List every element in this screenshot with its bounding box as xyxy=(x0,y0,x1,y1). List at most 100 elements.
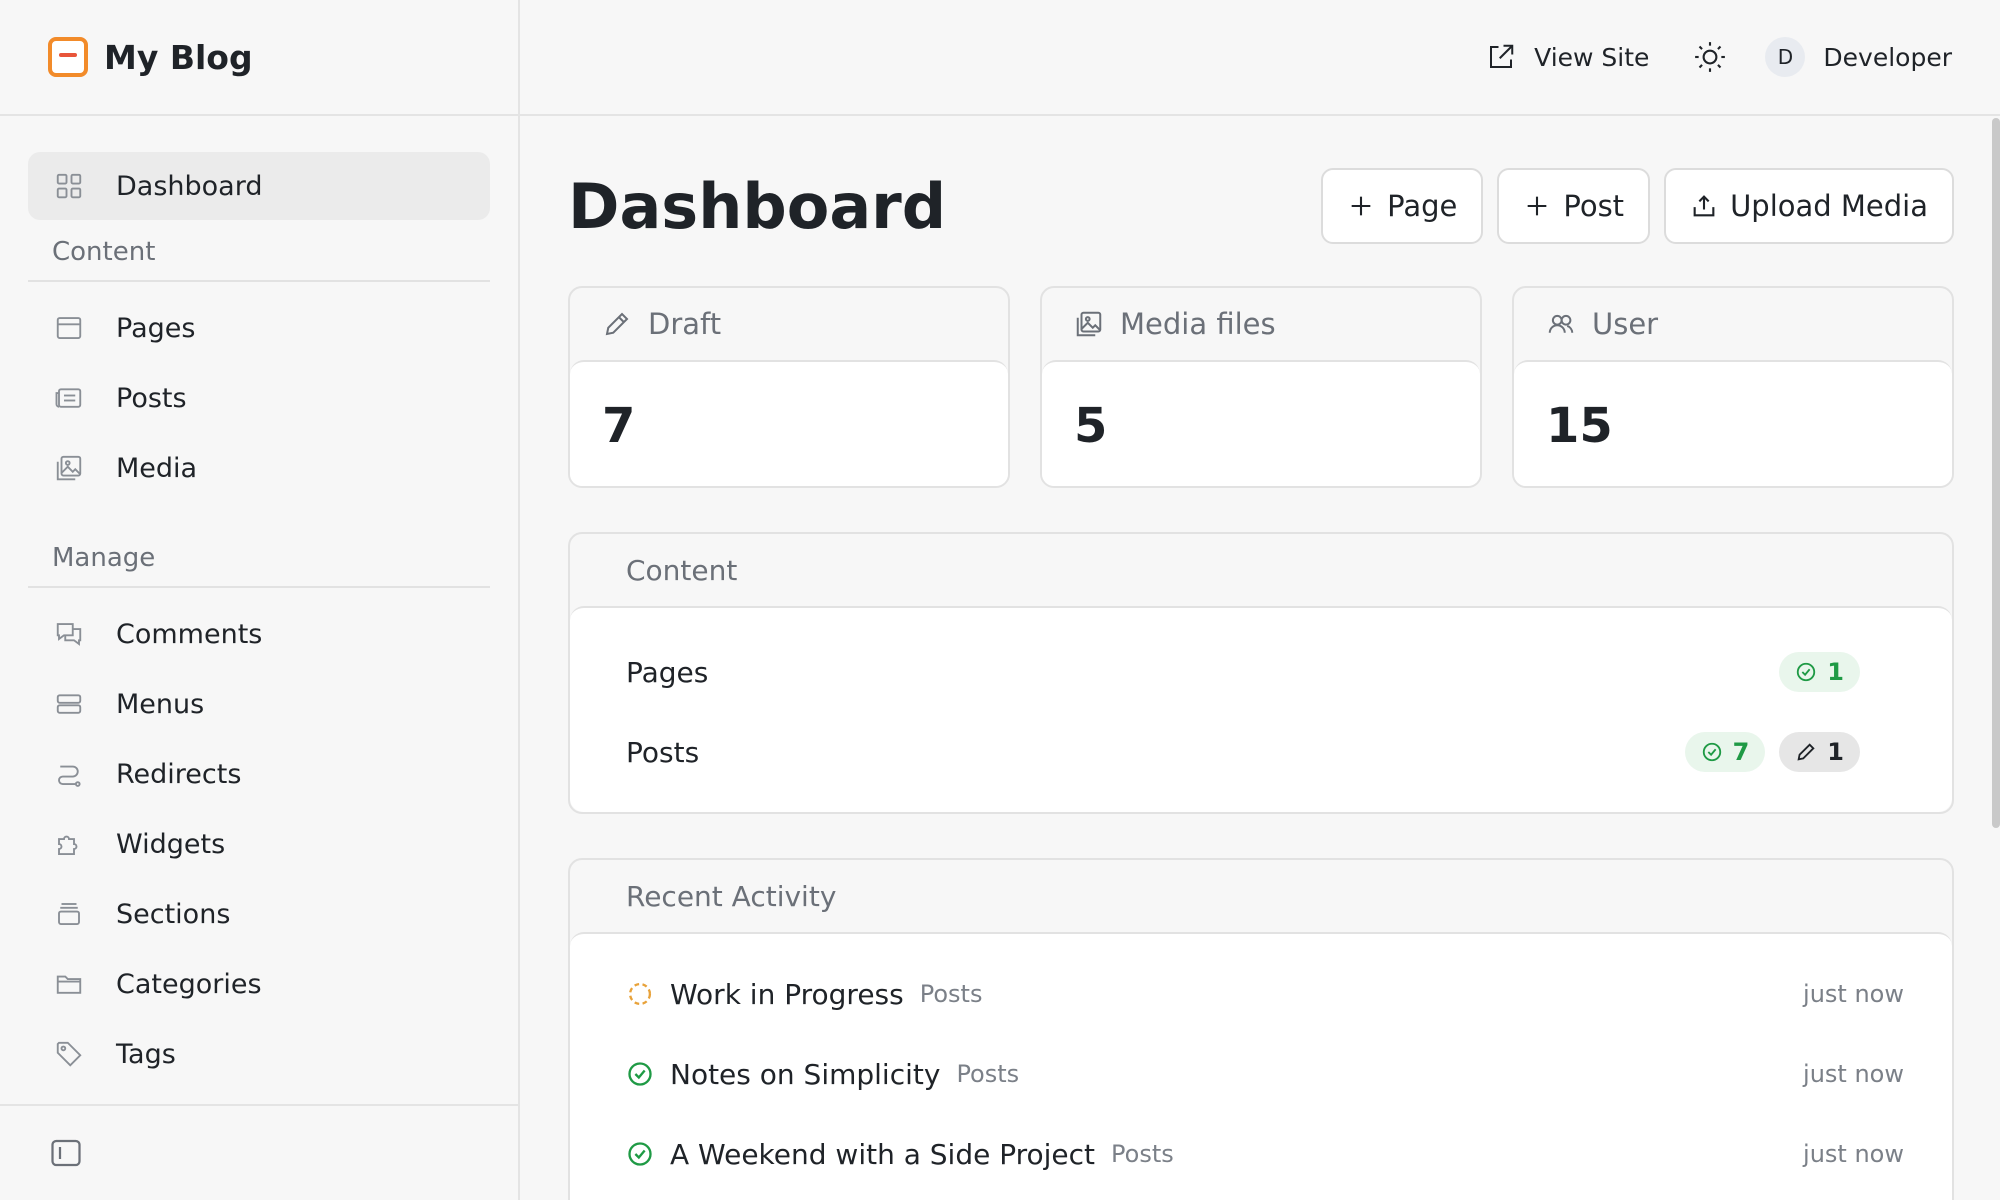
sections-icon xyxy=(58,903,80,925)
new-post-button[interactable]: Post xyxy=(1497,168,1651,244)
draft-badge[interactable]: 1 xyxy=(1779,732,1860,772)
sidebar-item-comments[interactable]: Comments xyxy=(28,600,490,668)
recent-activity-panel: Recent Activity Work in Progress Posts j… xyxy=(568,858,1954,1200)
sidebar-item-pages[interactable]: Pages xyxy=(28,294,490,362)
pencil-icon xyxy=(1797,743,1815,761)
check-circle-icon xyxy=(1702,742,1721,762)
activity-title: Work in Progress xyxy=(670,977,904,1011)
site-title[interactable]: My Blog xyxy=(104,38,253,77)
sidebar-item-tags[interactable]: Tags xyxy=(28,1020,490,1088)
user-menu[interactable]: D Developer xyxy=(1765,37,1952,77)
stat-value: 5 xyxy=(1074,398,1108,454)
stat-card-header: Draft xyxy=(570,288,1008,360)
action-buttons: Page Post Upload Media xyxy=(1321,168,1954,244)
activity-item[interactable]: Notes on Simplicity Posts just now xyxy=(626,1034,1904,1114)
activity-item[interactable]: Work in Progress Posts just now xyxy=(626,954,1904,1034)
stat-card-media[interactable]: Media files 5 xyxy=(1040,286,1482,488)
sidebar-item-label: Menus xyxy=(116,688,205,720)
sidebar-item-widgets[interactable]: Widgets xyxy=(28,810,490,878)
activity-time: just now xyxy=(1803,1140,1904,1168)
sidebar-section-manage: Manage xyxy=(28,528,490,588)
plus-icon xyxy=(1351,196,1371,216)
sidebar-item-posts[interactable]: Posts xyxy=(28,364,490,432)
published-badge[interactable]: 7 xyxy=(1684,732,1766,772)
stat-value: 7 xyxy=(602,398,636,454)
view-site-label: View Site xyxy=(1534,42,1650,72)
sun-icon[interactable] xyxy=(1693,40,1727,74)
stat-card-draft[interactable]: Draft 7 xyxy=(568,286,1010,488)
sidebar-item-label: Comments xyxy=(116,618,263,650)
draft-count: 1 xyxy=(1827,738,1844,766)
users-icon xyxy=(1548,314,1574,333)
new-page-label: Page xyxy=(1387,189,1458,223)
sidebar-footer xyxy=(0,1104,518,1200)
sidebar-item-label: Media xyxy=(116,452,198,484)
dashboard-grid-icon xyxy=(56,173,82,199)
sidebar-item-label: Pages xyxy=(116,312,196,344)
pencil-icon xyxy=(605,312,629,336)
image-icon xyxy=(1076,311,1102,337)
sidebar-item-menus[interactable]: Menus xyxy=(28,670,490,738)
sidebar-item-label: Widgets xyxy=(116,828,226,860)
content-row-label: Posts xyxy=(626,735,700,769)
draft-status-icon xyxy=(628,982,652,1006)
check-circle-icon xyxy=(1797,662,1816,682)
external-link-icon xyxy=(1490,44,1514,68)
stat-card-header: User xyxy=(1514,288,1952,360)
sidebar-item-categories[interactable]: Categories xyxy=(28,950,490,1018)
content-row-posts[interactable]: Posts 7 1 xyxy=(626,712,1860,792)
stat-card-body: 15 xyxy=(1514,360,1952,486)
panel-body: Pages 1 Posts 7 1 xyxy=(570,606,1952,812)
stat-label: Draft xyxy=(648,307,722,341)
stat-value: 15 xyxy=(1546,398,1613,454)
sidebar-item-sections[interactable]: Sections xyxy=(28,880,490,948)
panel-body: Work in Progress Posts just now Notes on… xyxy=(570,932,1952,1200)
sidebar-item-dashboard[interactable]: Dashboard xyxy=(28,152,490,220)
activity-item[interactable]: A Weekend with a Side Project Posts just… xyxy=(626,1114,1904,1194)
panel-header: Content xyxy=(570,534,1952,606)
stat-label: User xyxy=(1592,307,1659,341)
content-row-label: Pages xyxy=(626,655,709,689)
folder-icon xyxy=(56,975,82,994)
sidebar-item-label: Tags xyxy=(116,1038,176,1070)
stat-label: Media files xyxy=(1120,307,1276,341)
sidebar-item-media[interactable]: Media xyxy=(28,434,490,502)
sidebar-header: My Blog xyxy=(0,0,518,116)
activity-time: just now xyxy=(1803,980,1904,1008)
top-bar: View Site D Developer xyxy=(520,0,2000,116)
main-content: Dashboard Page Post Upload Media Draft 7… xyxy=(568,116,1954,1200)
activity-type: Posts xyxy=(1111,1140,1174,1168)
new-page-button[interactable]: Page xyxy=(1321,168,1484,244)
new-post-label: Post xyxy=(1563,189,1625,223)
redirects-icon xyxy=(58,765,81,787)
activity-type: Posts xyxy=(919,980,983,1008)
stat-card-body: 7 xyxy=(570,360,1008,486)
menus-icon xyxy=(56,694,82,714)
sidebar-item-label: Redirects xyxy=(116,758,242,790)
page-title: Dashboard xyxy=(568,169,947,243)
avatar: D xyxy=(1765,37,1806,77)
sidebar-item-label: Sections xyxy=(116,898,231,930)
published-count: 7 xyxy=(1732,738,1750,766)
user-name: Developer xyxy=(1823,42,1952,72)
badges: 7 1 xyxy=(1684,732,1860,772)
sidebar-item-redirects[interactable]: Redirects xyxy=(28,740,490,808)
sidebar-section-content: Content xyxy=(28,222,490,282)
stat-card-users[interactable]: User 15 xyxy=(1512,286,1954,488)
published-badge[interactable]: 1 xyxy=(1779,652,1860,692)
view-site-link[interactable]: View Site xyxy=(1486,42,1649,72)
scrollbar-thumb[interactable] xyxy=(1992,118,2000,828)
upload-icon xyxy=(1693,195,1715,217)
page-header: Dashboard Page Post Upload Media xyxy=(568,116,1954,286)
activity-title: Notes on Simplicity xyxy=(670,1057,941,1091)
panel-title: Content xyxy=(626,553,738,587)
site-logo-icon[interactable] xyxy=(48,37,88,77)
sidebar-toggle-icon[interactable] xyxy=(48,1135,84,1171)
sidebar-item-label: Categories xyxy=(116,968,262,1000)
check-circle-icon xyxy=(628,1062,652,1086)
upload-media-button[interactable]: Upload Media xyxy=(1664,168,1954,244)
content-row-pages[interactable]: Pages 1 xyxy=(626,632,1860,712)
stat-card-header: Media files xyxy=(1042,288,1480,360)
stats-row: Draft 7 Media files 5 User 15 xyxy=(568,286,1954,488)
comments-icon xyxy=(56,623,82,646)
